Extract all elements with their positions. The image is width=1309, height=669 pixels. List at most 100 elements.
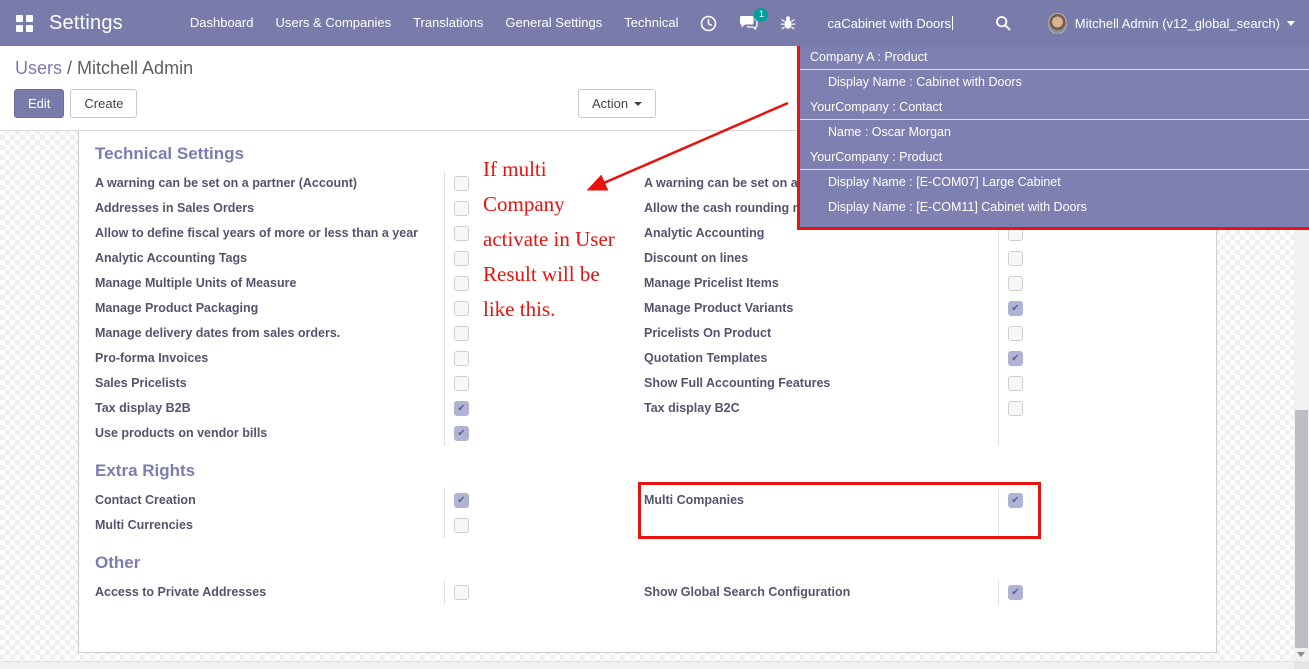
text-cursor [952,15,954,30]
setting-label: Discount on lines [644,246,999,271]
nav-item-dashboard[interactable]: Dashboard [179,0,265,46]
setting-label: Pro-forma Invoices [95,346,445,371]
nav-item-technical[interactable]: Technical [613,0,689,46]
setting-label: Analytic Accounting Tags [95,246,445,271]
setting-label: Show Full Accounting Features [644,371,999,396]
checkbox-unchecked[interactable] [454,351,469,366]
checkbox-unchecked[interactable] [1008,326,1023,341]
checkbox-unchecked[interactable] [1008,251,1023,266]
checkbox-checked[interactable]: ✔ [454,401,469,416]
search-result-group-header[interactable]: YourCompany : Contact [800,95,1309,120]
settings-row: Analytic Accounting Tags Discount on line… [95,246,1216,271]
search-icon[interactable] [995,15,1011,31]
setting-label: Use products on vendor bills [95,421,445,446]
create-button[interactable]: Create [70,89,138,118]
bug-icon[interactable] [780,15,796,31]
edit-button[interactable]: Edit [14,89,65,118]
setting-label: Access to Private Addresses [95,580,445,605]
search-result-item[interactable]: Display Name : Cabinet with Doors [800,70,1309,95]
horizontal-scrollbar[interactable] [0,661,1309,669]
setting-label: Sales Pricelists [95,371,445,396]
setting-label: Tax display B2C [644,396,999,421]
checkbox-checked[interactable]: ✔ [1008,351,1023,366]
setting-label: Contact Creation [95,488,445,513]
checkbox-unchecked[interactable] [454,176,469,191]
scrollbar-corner [1294,661,1309,669]
checkbox-unchecked[interactable] [454,376,469,391]
settings-row: Manage Product Packaging Manage Product V… [95,296,1216,321]
checkbox-checked[interactable]: ✔ [1008,585,1023,600]
setting-label: Manage delivery dates from sales orders. [95,321,445,346]
setting-label: Pricelists On Product [644,321,999,346]
action-dropdown-button[interactable]: Action [578,89,657,118]
search-result-item[interactable]: Display Name : [E-COM07] Large Cabinet [800,170,1309,195]
settings-row: Access to Private Addresses Show Global S… [95,580,1216,605]
navbar-menu: Dashboard Users & Companies Translations Ge… [179,0,690,46]
nav-item-general-settings[interactable]: General Settings [494,0,613,46]
search-result-group-header[interactable]: YourCompany : Product [800,145,1309,170]
setting-label: Quotation Templates [644,346,999,371]
checkbox-unchecked[interactable] [454,518,469,533]
checkbox-unchecked[interactable] [454,301,469,316]
app-title[interactable]: Settings [49,12,123,35]
checkbox-unchecked[interactable] [1008,276,1023,291]
breadcrumb-users-link[interactable]: Users [15,58,62,78]
search-dropdown-list: Company A : Product Display Name : Cabine… [800,45,1309,220]
settings-row: Sales Pricelists Show Full Accounting Fea… [95,371,1216,396]
search-result-item[interactable]: Display Name : [E-COM11] Cabinet with Do… [800,195,1309,220]
setting-label: Tax display B2B [95,396,445,421]
settings-section-other: Other Access to Private Addresses Show Glo… [95,552,1216,605]
nav-item-translations[interactable]: Translations [402,0,494,46]
user-avatar[interactable] [1048,12,1067,34]
checkbox-checked[interactable]: ✔ [454,426,469,441]
checkbox-unchecked[interactable] [454,326,469,341]
breadcrumb-current: Mitchell Admin [77,58,194,78]
search-dropdown: Company A : Product Display Name : Cabine… [800,39,1309,229]
settings-row: Tax display B2B ✔ Tax display B2C [95,396,1216,421]
global-search-input[interactable]: caCabinet with Doors [827,15,984,31]
checkbox-unchecked[interactable] [454,226,469,241]
checkbox-unchecked[interactable] [454,251,469,266]
settings-row: Pro-forma Invoices Quotation Templates ✔ [95,346,1216,371]
checkbox-checked[interactable]: ✔ [1008,301,1023,316]
settings-row: Manage Multiple Units of Measure Manage P… [95,271,1216,296]
settings-row: Use products on vendor bills ✔ [95,421,1216,446]
settings-row: Multi Currencies [95,513,1216,538]
checkbox-unchecked[interactable] [454,585,469,600]
setting-label: Allow to define fiscal years of more or … [95,221,445,246]
search-result-group-header[interactable]: Company A : Product [800,45,1309,70]
checkbox-unchecked[interactable] [454,201,469,216]
setting-label: Multi Companies [644,488,999,513]
settings-row: Manage delivery dates from sales orders.… [95,321,1216,346]
caret-down-icon [634,102,643,106]
messages-icon[interactable]: 1 [739,8,769,31]
checkbox-checked[interactable]: ✔ [1008,493,1023,508]
checkbox-unchecked[interactable] [454,276,469,291]
activities-clock-icon[interactable] [700,15,717,32]
scrollbar-thumb[interactable] [1295,410,1308,648]
setting-label: Addresses in Sales Orders [95,196,445,221]
settings-row: Contact Creation ✔ Multi Companies ✔ [95,488,1216,513]
search-result-item[interactable]: Name : Oscar Morgan [800,120,1309,145]
setting-label: Multi Currencies [95,513,445,538]
apps-menu-icon[interactable] [16,14,33,32]
scrollbar-down-arrow-icon[interactable] [1297,652,1305,657]
setting-label [644,421,999,446]
checkbox-unchecked[interactable] [1008,401,1023,416]
setting-label: Manage Pricelist Items [644,271,999,296]
setting-label: Manage Product Variants [644,296,999,321]
checkbox-unchecked[interactable] [1008,376,1023,391]
user-menu[interactable]: Mitchell Admin (v12_global_search) [1075,16,1280,31]
messages-count-badge: 1 [754,8,769,22]
top-navbar: Settings Dashboard Users & Companies Trans… [0,0,1309,46]
section-title: Other [95,553,141,572]
setting-label: Show Global Search Configuration [644,580,999,605]
checkbox-checked[interactable]: ✔ [454,493,469,508]
setting-label: Manage Product Packaging [95,296,445,321]
section-title: Extra Rights [95,461,196,480]
setting-label: A warning can be set on a partner (Accou… [95,171,445,196]
setting-label: Manage Multiple Units of Measure [95,271,445,296]
nav-item-users-companies[interactable]: Users & Companies [264,0,402,46]
user-menu-caret-icon[interactable] [1287,20,1295,26]
breadcrumb: Users / Mitchell Admin [15,58,194,78]
